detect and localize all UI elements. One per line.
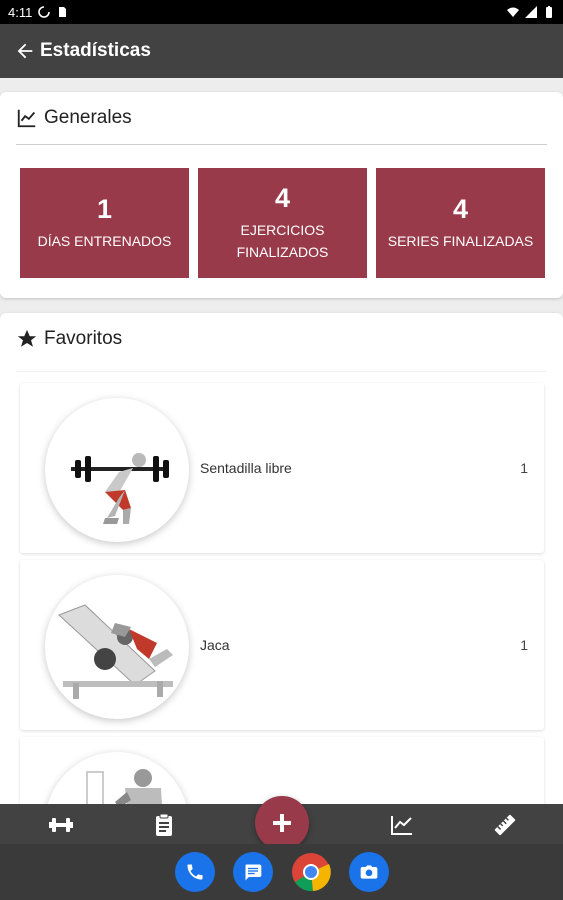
page-title: Estadísticas — [40, 40, 151, 61]
chrome-icon — [291, 853, 331, 892]
exercise-name: Sentadilla libre — [200, 460, 292, 476]
exercise-thumbnail-3 — [45, 752, 189, 804]
favorites-title: Favoritos — [44, 328, 123, 349]
stat-label: DÍAS ENTRENADOS — [37, 233, 172, 249]
phone-icon — [187, 864, 202, 880]
chrome-app[interactable] — [291, 852, 331, 892]
nav-measurements[interactable] — [492, 812, 518, 838]
general-title: Generales — [44, 107, 132, 128]
favorites-card: Favoritos Sentadilla libre 1 Jaca 1 — [0, 313, 563, 804]
plus-icon — [273, 814, 291, 832]
stat-value: 1 — [96, 194, 113, 224]
stat-series-finished: 4 SERIES FINALIZADAS — [376, 168, 545, 278]
nav-routines[interactable] — [151, 812, 177, 838]
clipboard-icon — [156, 813, 172, 836]
exercise-thumbnail-leg-press — [45, 575, 189, 719]
status-time: 4:11 — [8, 4, 33, 20]
sync-icon — [38, 6, 51, 18]
general-divider — [16, 144, 547, 145]
sd-card-icon — [59, 7, 67, 17]
line-chart-icon — [17, 109, 36, 128]
favorite-item-3[interactable] — [20, 737, 544, 804]
back-arrow-icon[interactable] — [14, 40, 36, 62]
star-icon — [17, 329, 37, 347]
nav-statistics[interactable] — [389, 812, 415, 838]
favorite-item-sentadilla[interactable]: Sentadilla libre 1 — [20, 383, 544, 553]
camera-app[interactable] — [348, 852, 389, 892]
dumbbell-icon — [49, 818, 73, 832]
stat-value: 4 — [274, 183, 291, 213]
nav-workouts[interactable] — [48, 812, 74, 838]
stat-label: SERIES FINALIZADAS — [387, 233, 534, 249]
favorite-item-jaca[interactable]: Jaca 1 — [20, 560, 544, 730]
ruler-icon — [494, 814, 516, 836]
content-area[interactable]: Generales 1 DÍAS ENTRENADOS 4 EJERCICIOS… — [0, 78, 563, 804]
exercise-name: Jaca — [200, 637, 230, 653]
add-button[interactable] — [255, 796, 309, 850]
exercise-thumbnail-squat — [45, 398, 189, 542]
favorites-header: Favoritos — [0, 313, 563, 365]
signal-icon — [525, 6, 537, 18]
camera-icon — [360, 865, 377, 879]
stat-label: EJERCICIOS FINALIZADOS — [236, 222, 329, 260]
app-bar: Estadísticas — [0, 24, 563, 78]
status-bar: 4:11 — [0, 0, 563, 24]
favorites-divider — [16, 371, 547, 372]
system-dock — [0, 844, 563, 900]
stat-value: 4 — [452, 194, 469, 224]
chart-icon — [391, 816, 412, 835]
wifi-icon — [507, 7, 519, 17]
exercise-count: 1 — [520, 460, 528, 476]
stat-exercises-finished: 4 EJERCICIOS FINALIZADOS — [198, 168, 367, 278]
general-header: Generales — [0, 92, 563, 144]
battery-icon — [546, 6, 552, 18]
general-card: Generales 1 DÍAS ENTRENADOS 4 EJERCICIOS… — [0, 92, 563, 298]
stats-row: 1 DÍAS ENTRENADOS 4 EJERCICIOS FINALIZAD… — [20, 168, 545, 278]
phone-app[interactable] — [174, 852, 215, 892]
messages-app[interactable] — [232, 852, 273, 892]
exercise-count: 1 — [520, 637, 528, 653]
messages-icon — [245, 864, 261, 881]
stat-days-trained: 1 DÍAS ENTRENADOS — [20, 168, 189, 278]
